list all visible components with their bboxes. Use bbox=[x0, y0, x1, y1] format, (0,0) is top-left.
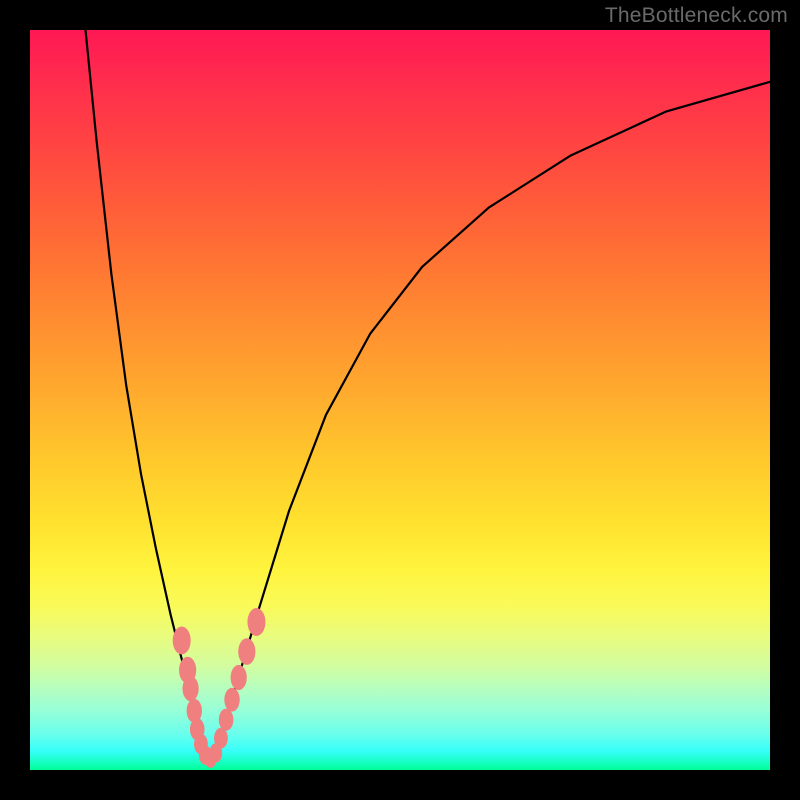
vertex-bead bbox=[182, 676, 198, 701]
vertex-bead bbox=[231, 665, 247, 690]
vertex-bead bbox=[238, 638, 255, 665]
vertex-bead bbox=[224, 688, 239, 712]
curve-svg bbox=[30, 30, 770, 770]
curve-right-branch bbox=[211, 82, 770, 759]
vertex-beads-group bbox=[173, 608, 266, 768]
watermark-text: TheBottleneck.com bbox=[605, 4, 788, 28]
plot-area bbox=[30, 30, 770, 770]
vertex-bead bbox=[247, 608, 265, 636]
vertex-bead bbox=[173, 627, 191, 655]
vertex-bead bbox=[219, 709, 234, 731]
chart-frame: TheBottleneck.com bbox=[0, 0, 800, 800]
vertex-bead bbox=[214, 728, 228, 749]
